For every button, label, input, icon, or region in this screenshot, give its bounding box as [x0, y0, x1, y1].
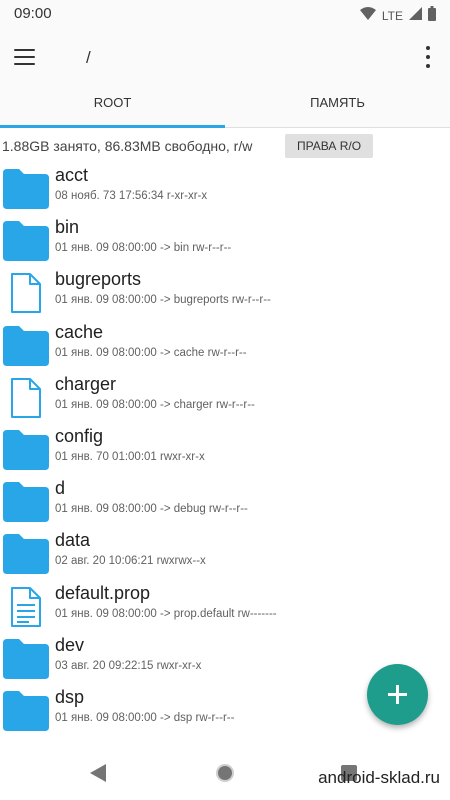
ro-permissions-button[interactable]: ПРАВА R/O	[285, 134, 373, 158]
file-name: acct	[55, 165, 89, 185]
file-list: acct 08 нояб. 73 17:56:34 r-xr-xr-x bin 01 …	[0, 161, 450, 748]
file-list-item[interactable]: default.prop 01 янв. 09 08:00:00 -> prop.…	[0, 579, 450, 631]
file-list-item[interactable]: charger 01 янв. 09 08:00:00 -> charger rw…	[0, 370, 450, 422]
storage-info-bar: 1.88GB занято, 86.83MB свободно, r/w ПРА…	[0, 131, 450, 161]
status-time: 09:00	[14, 5, 52, 22]
folder-icon	[3, 221, 49, 262]
current-path: /	[86, 48, 91, 67]
plus-icon	[388, 685, 407, 704]
tab-indicator	[0, 125, 225, 128]
file-list-item[interactable]: cache 01 янв. 09 08:00:00 -> cache rw-r--…	[0, 318, 450, 370]
file-meta: 01 янв. 09 08:00:00 -> charger rw-r--r--	[55, 398, 255, 411]
file-name: dsp	[55, 686, 85, 707]
file-meta: 01 янв. 09 08:00:00 -> bugreports rw-r--…	[55, 294, 271, 307]
text-file-icon	[3, 586, 49, 627]
app-bar: /	[0, 28, 450, 86]
status-bar: 09:00 LTE	[0, 0, 450, 28]
tab-root[interactable]: ROOT	[0, 86, 225, 128]
more-vert-icon[interactable]	[422, 46, 434, 68]
network-type: LTE	[381, 9, 403, 23]
add-fab-button[interactable]	[367, 664, 428, 725]
system-nav-bar: android-sklad.ru	[0, 748, 450, 800]
file-icon	[3, 273, 49, 314]
file-meta: 01 янв. 09 08:00:00 -> dsp rw-r--r--	[55, 711, 235, 724]
home-icon[interactable]	[215, 763, 235, 788]
file-name: d	[55, 478, 66, 499]
file-list-item[interactable]: bin 01 янв. 09 08:00:00 -> bin rw-r--r--	[0, 213, 450, 265]
file-name: dev	[55, 634, 85, 655]
folder-icon	[3, 325, 49, 366]
file-name: cache	[55, 321, 104, 342]
back-icon[interactable]	[90, 764, 106, 787]
file-name: data	[55, 530, 91, 551]
file-meta: 01 янв. 09 08:00:00 -> bin rw-r--r--	[55, 242, 232, 255]
file-name: bin	[55, 217, 80, 238]
file-meta: 01 янв. 09 08:00:00 -> debug rw-r--r--	[55, 503, 248, 516]
battery-icon	[428, 6, 436, 26]
file-list-item[interactable]: config 01 янв. 70 01:00:01 rwxr-xr-x	[0, 422, 450, 474]
folder-icon	[3, 690, 49, 731]
watermark: android-sklad.ru	[318, 768, 440, 787]
file-meta: 08 нояб. 73 17:56:34 r-xr-xr-x	[55, 190, 208, 202]
file-list-item[interactable]: bugreports 01 янв. 09 08:00:00 -> bugrepo…	[0, 265, 450, 317]
signal-icon	[409, 7, 422, 25]
file-meta: 03 авг. 20 09:22:15 rwxr-xr-x	[55, 659, 202, 672]
storage-info-text: 1.88GB занято, 86.83MB свободно, r/w	[2, 138, 253, 154]
file-list-item[interactable]: data 02 авг. 20 10:06:21 rwxrwx--x	[0, 526, 450, 578]
tab-memory[interactable]: ПАМЯТЬ	[225, 86, 450, 128]
file-name: config	[55, 425, 104, 446]
folder-icon	[3, 534, 49, 575]
tab-bar: ROOT ПАМЯТЬ	[0, 86, 450, 128]
status-icons: LTE	[359, 6, 436, 26]
file-name: bugreports	[55, 269, 142, 290]
folder-icon	[3, 482, 49, 523]
file-list-item[interactable]: acct 08 нояб. 73 17:56:34 r-xr-xr-x	[0, 161, 450, 213]
folder-icon	[3, 638, 49, 679]
file-meta: 01 янв. 70 01:00:01 rwxr-xr-x	[55, 450, 205, 463]
file-icon	[3, 377, 49, 418]
file-name: default.prop	[55, 582, 151, 603]
file-list-item[interactable]: d 01 янв. 09 08:00:00 -> debug rw-r--r--	[0, 474, 450, 526]
file-meta: 02 авг. 20 10:06:21 rwxrwx--x	[55, 555, 206, 568]
hamburger-menu-icon[interactable]	[14, 42, 46, 72]
file-name: charger	[55, 373, 117, 394]
file-meta: 01 янв. 09 08:00:00 -> cache rw-r--r--	[55, 346, 247, 359]
file-meta: 01 янв. 09 08:00:00 -> prop.default rw--…	[55, 607, 277, 620]
folder-icon	[3, 429, 49, 470]
folder-icon	[3, 169, 49, 209]
wifi-icon	[359, 7, 376, 25]
